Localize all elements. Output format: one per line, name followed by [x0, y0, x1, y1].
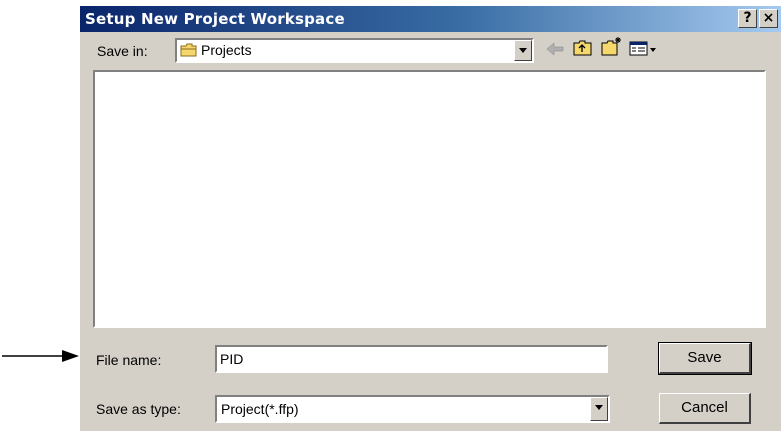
cancel-button[interactable]: Cancel: [659, 393, 751, 424]
file-name-input[interactable]: [215, 345, 608, 373]
new-folder-icon[interactable]: [601, 36, 623, 56]
save-in-label: Save in:: [97, 43, 148, 59]
save-button[interactable]: Save: [658, 342, 752, 375]
save-as-type-combo[interactable]: Project(*.ffp): [215, 395, 610, 423]
close-button[interactable]: ×: [759, 9, 778, 28]
callout-arrow: [2, 350, 79, 362]
file-name-label: File name:: [96, 352, 162, 368]
title-bar: Setup New Project Workspace ? ×: [80, 6, 781, 32]
save-as-type-dropdown-button[interactable]: [590, 397, 608, 421]
window-title: Setup New Project Workspace: [85, 10, 345, 28]
file-list[interactable]: [93, 70, 766, 328]
save-as-type-value: Project(*.ffp): [221, 401, 299, 417]
help-button[interactable]: ?: [738, 9, 757, 28]
back-arrow-icon[interactable]: [546, 42, 564, 56]
save-in-value: Projects: [201, 42, 252, 58]
folder-icon: [180, 43, 197, 57]
save-as-type-label: Save as type:: [96, 401, 181, 417]
up-one-level-icon[interactable]: [573, 39, 593, 57]
view-menu-icon[interactable]: [629, 41, 657, 57]
save-in-combo[interactable]: Projects: [175, 38, 534, 63]
save-in-dropdown-button[interactable]: [514, 40, 532, 61]
save-dialog: Setup New Project Workspace ? × Save in:…: [80, 6, 781, 431]
